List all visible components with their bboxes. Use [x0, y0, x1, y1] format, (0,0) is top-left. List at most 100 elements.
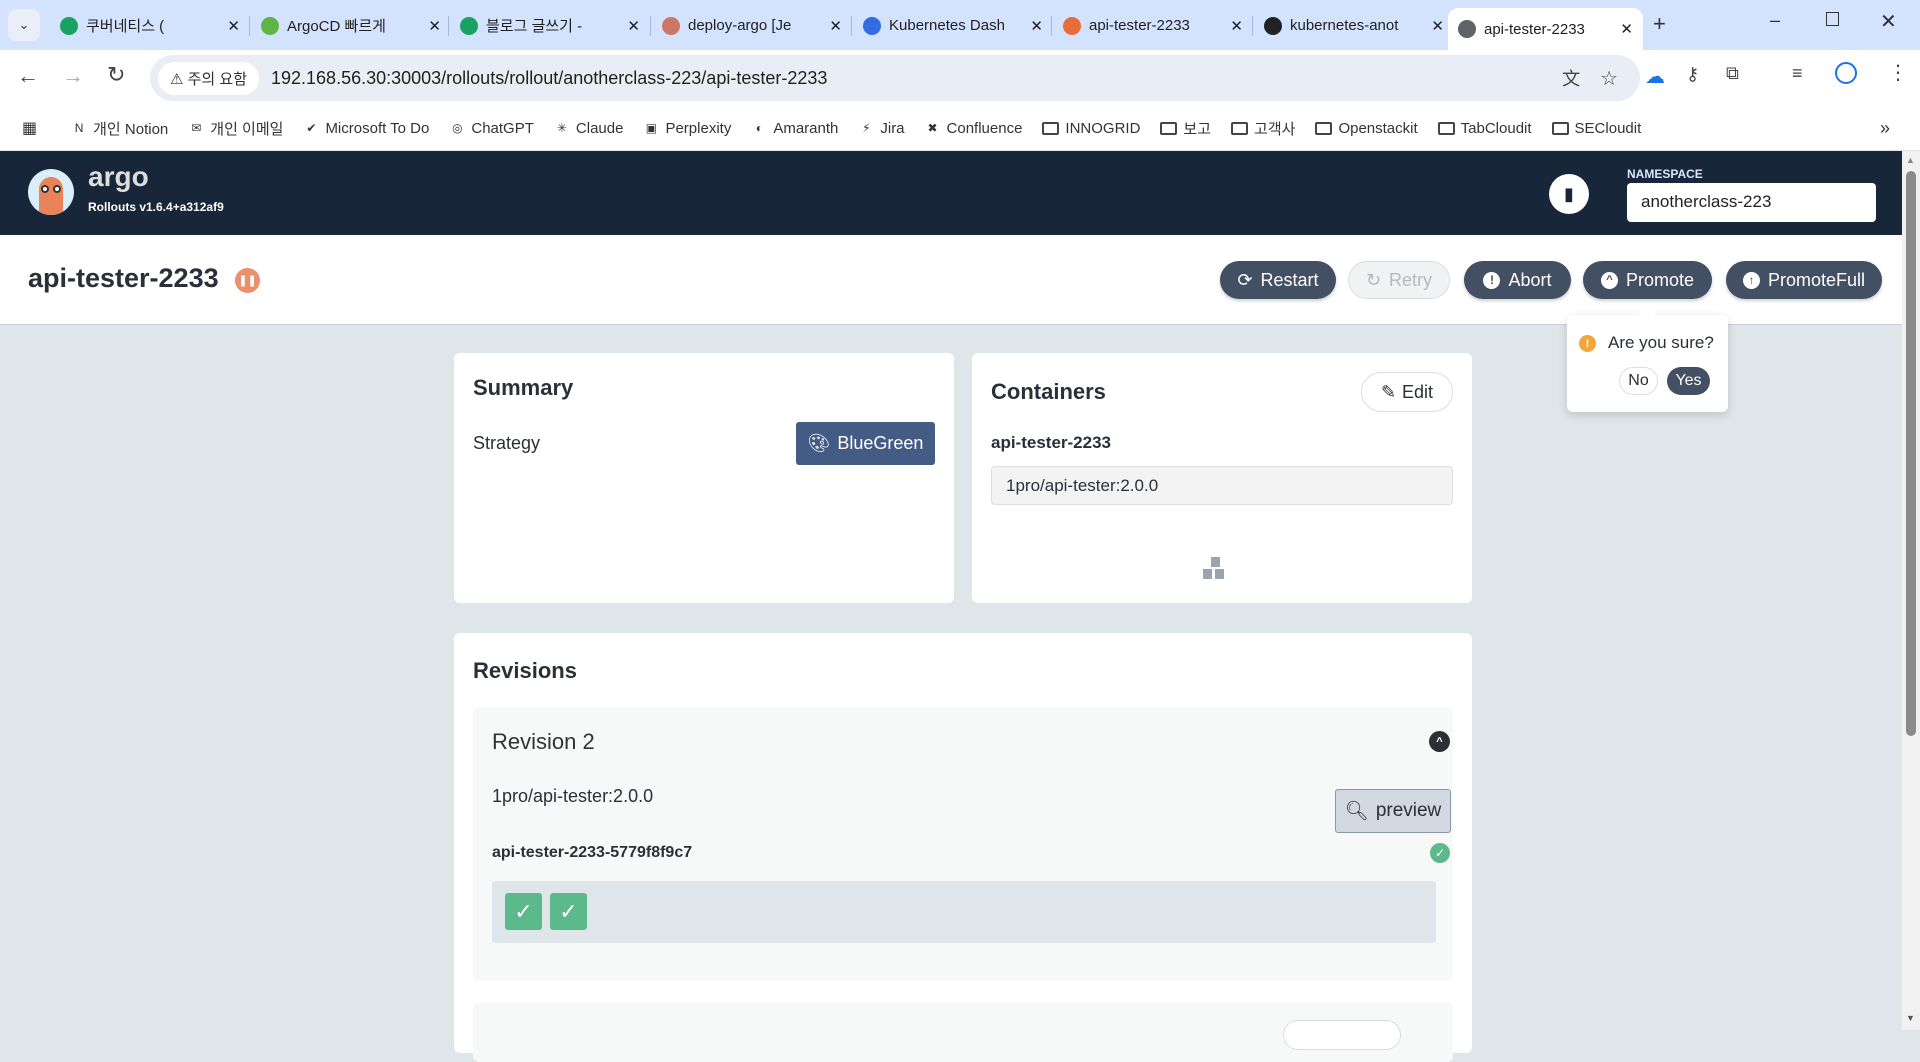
restore-button[interactable] — [1826, 12, 1839, 26]
pod-healthy-icon[interactable]: ✓ — [505, 893, 542, 930]
browser-tab[interactable]: 블로그 글쓰기 - ✕ — [450, 9, 650, 42]
close-tab-icon[interactable]: ✕ — [1230, 17, 1243, 35]
confirm-no-button[interactable]: No — [1619, 367, 1658, 395]
puzzle-icon[interactable]: ⧉ — [1726, 63, 1739, 84]
bookmark-item[interactable]: ✉ 개인 이메일 — [188, 118, 283, 139]
close-tab-icon[interactable]: ✕ — [1030, 17, 1043, 35]
browser-tab[interactable]: Kubernetes Dash ✕ — [853, 9, 1053, 42]
tab-favicon-icon — [261, 16, 279, 35]
bookmark-item[interactable]: ✳ Claude — [554, 118, 624, 139]
rollback-button[interactable] — [1283, 1020, 1401, 1050]
close-tab-icon[interactable]: ✕ — [1431, 17, 1444, 35]
bookmark-item[interactable]: ◎ ChatGPT — [449, 118, 534, 139]
pencil-icon: ✎ — [1380, 381, 1397, 402]
container-image-input[interactable]: 1pro/api-tester:2.0.0 — [991, 466, 1453, 505]
bookmark-favicon-icon: ✳ — [556, 121, 567, 135]
browser-tab[interactable]: 쿠버네티스 (✕ — [50, 9, 250, 42]
tab-search-chevron-icon[interactable]: ⌄ — [8, 9, 40, 41]
tab-separator — [650, 16, 651, 36]
exclamation-circle-icon: ! — [1483, 271, 1501, 289]
minimize-button[interactable]: – — [1770, 10, 1780, 31]
confirm-yes-button[interactable]: Yes — [1667, 367, 1710, 395]
close-tab-icon[interactable]: ✕ — [829, 17, 842, 35]
url-text[interactable]: 192.168.56.30:30003/rollouts/rollout/ano… — [271, 68, 827, 89]
back-icon[interactable]: ← — [17, 63, 39, 89]
revisions-card: Revisions Revision 2 ^ 1pro/api-tester:2… — [454, 633, 1472, 1062]
browser-tab[interactable]: deploy-argo [Je ✕ — [652, 9, 852, 42]
cloud-extension-icon[interactable]: ☁ — [1645, 64, 1665, 89]
bookmark-item[interactable]: N 개인 Notion — [71, 118, 168, 139]
address-bar[interactable]: ⚠ 주의 요함 192.168.56.30:30003/rollouts/rol… — [150, 55, 1640, 101]
restart-label: Restart — [1260, 269, 1319, 290]
folder-icon — [1315, 121, 1333, 135]
bookmark-item[interactable]: TabCloudit — [1437, 118, 1532, 139]
promote-button[interactable]: ^ Promote — [1583, 261, 1712, 299]
restart-button[interactable]: ⟳ Restart — [1220, 261, 1336, 299]
profile-icon[interactable] — [1835, 62, 1857, 84]
page-scrollbar[interactable]: ▲ ▼ — [1902, 151, 1920, 1030]
tab-separator — [1051, 16, 1052, 36]
docs-book-icon[interactable]: ▮ — [1549, 174, 1589, 214]
close-tab-icon[interactable]: ✕ — [428, 17, 441, 35]
container-name: api-tester-2233 — [991, 433, 1112, 452]
bookmark-item[interactable]: ✖ Confluence — [925, 118, 1023, 139]
browser-tab[interactable]: ArgoCD 빠르게 ✕ — [251, 9, 451, 42]
edit-button[interactable]: ✎ Edit — [1361, 372, 1453, 412]
folder-icon — [1042, 121, 1060, 135]
strategy-label: Strategy — [473, 433, 541, 453]
reload-icon[interactable]: ↻ — [107, 62, 125, 88]
browser-tab[interactable]: api-tester-2233 ✕ — [1053, 9, 1253, 42]
summary-card: Summary Strategy 🎨︎ BlueGreen — [454, 353, 954, 603]
pod-healthy-icon[interactable]: ✓ — [550, 893, 587, 930]
bookmark-item[interactable]: INNOGRID — [1042, 118, 1140, 139]
folder-icon — [1551, 121, 1569, 135]
scrollbar-thumb[interactable] — [1906, 171, 1916, 736]
new-tab-button[interactable]: + — [1653, 11, 1666, 37]
abort-button[interactable]: ! Abort — [1464, 261, 1571, 299]
bookmark-item[interactable]: ⚡ Jira — [858, 118, 904, 139]
close-tab-icon[interactable]: ✕ — [1620, 20, 1633, 38]
bookmark-item[interactable]: SECloudit — [1551, 118, 1641, 139]
collapse-chevron-icon[interactable]: ^ — [1429, 731, 1450, 752]
folder-icon — [1437, 121, 1455, 135]
namespace-input[interactable]: anotherclass-223 — [1627, 183, 1876, 222]
promote-full-button[interactable]: ↑ PromoteFull — [1726, 261, 1882, 299]
bookmark-label: Openstackit — [1338, 119, 1418, 137]
close-tab-icon[interactable]: ✕ — [627, 17, 640, 35]
healthy-check-icon: ✓ — [1430, 843, 1450, 863]
security-warning[interactable]: 주의 요함 — [188, 71, 247, 88]
media-icon[interactable]: ≡ — [1792, 63, 1803, 84]
forward-icon[interactable]: → — [62, 63, 84, 89]
bookmark-star-icon[interactable]: ☆ — [1600, 66, 1618, 91]
bookmark-favicon-icon: ◐ — [755, 121, 763, 135]
preview-button[interactable]: 🔍︎ preview — [1335, 789, 1451, 833]
bookmark-item[interactable]: Openstackit — [1315, 118, 1418, 139]
bookmark-label: 고객사 — [1254, 120, 1296, 138]
browser-tab[interactable]: kubernetes-anot ✕ — [1254, 9, 1454, 42]
retry-button[interactable]: ↻ Retry — [1348, 261, 1450, 299]
bookmark-label: Perplexity — [665, 119, 732, 137]
abort-label: Abort — [1508, 269, 1552, 290]
bookmark-label: Microsoft To Do — [325, 119, 430, 137]
argo-header: argo Rollouts v1.6.4+a312af9 ▮ NAMESPACE… — [0, 151, 1902, 235]
bookmark-item[interactable]: ▣ Perplexity — [643, 118, 732, 139]
browser-tab[interactable]: api-tester-2233 ✕ — [1448, 8, 1643, 50]
bookmark-item[interactable]: ✔ Microsoft To Do — [303, 118, 429, 139]
menu-icon[interactable]: ⋮ — [1888, 60, 1908, 85]
more-bookmarks-icon[interactable]: » — [1880, 118, 1890, 139]
apps-grid-icon[interactable]: ▦ — [22, 118, 37, 138]
bookmark-favicon-icon: ▣ — [645, 121, 658, 135]
translate-icon[interactable]: ⽂ — [1562, 65, 1580, 91]
extension-icon[interactable]: ⚷ — [1686, 64, 1699, 85]
tab-favicon-icon — [662, 16, 680, 35]
close-window-button[interactable]: ✕ — [1880, 9, 1897, 34]
tab-title: 블로그 글쓰기 - — [486, 18, 583, 35]
bookmark-item[interactable]: 보고 — [1160, 118, 1211, 139]
warning-icon: ⚠ — [170, 70, 188, 88]
bookmark-item[interactable]: ◐ Amaranth — [751, 118, 839, 139]
bookmark-item[interactable]: 고객사 — [1231, 118, 1295, 139]
revision-panel: Revision 2 ^ 1pro/api-tester:2.0.0 🔍︎ pre… — [473, 707, 1453, 981]
bookmark-favicon-icon: ✔ — [306, 121, 317, 135]
close-tab-icon[interactable]: ✕ — [227, 17, 240, 35]
revision-panel — [473, 1002, 1453, 1062]
